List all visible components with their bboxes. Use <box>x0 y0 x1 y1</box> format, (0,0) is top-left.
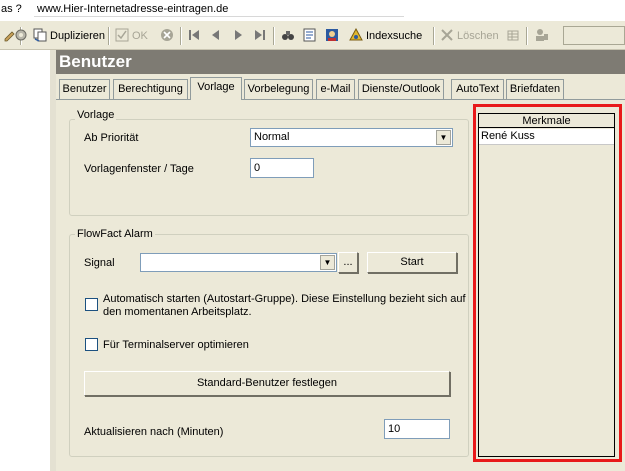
binoculars-icon[interactable] <box>281 28 298 44</box>
duplizieren-button[interactable]: Duplizieren <box>33 28 105 44</box>
aktualisieren-label: Aktualisieren nach (Minuten) <box>84 426 224 438</box>
autostart-label-line1: Automatisch starten (Autostart-Gruppe). … <box>103 293 466 305</box>
terminalserver-checkbox[interactable] <box>85 338 98 351</box>
user-lock-icon[interactable] <box>535 28 552 44</box>
page-title: Benutzer <box>59 52 132 71</box>
signal-select[interactable]: ▼ <box>140 253 337 272</box>
prioritaet-value: Normal <box>254 131 290 143</box>
prioritaet-select[interactable]: Normal ▼ <box>250 128 453 147</box>
checkbox-icon <box>115 28 129 42</box>
last-record-icon[interactable] <box>253 28 270 44</box>
grid-delete-icon[interactable] <box>507 28 524 44</box>
prev-record-icon[interactable] <box>209 28 226 44</box>
tab-briefdaten[interactable]: Briefdaten <box>506 79 564 99</box>
vorlagenfenster-label: Vorlagenfenster / Tage <box>84 163 194 175</box>
chevron-down-icon[interactable]: ▼ <box>436 130 451 145</box>
delete-icon <box>441 29 453 41</box>
menu-items[interactable]: as ? <box>1 2 22 16</box>
tab-benutzer[interactable]: Benutzer <box>59 79 110 99</box>
first-record-icon[interactable] <box>187 28 204 44</box>
highlight-frame <box>473 104 622 462</box>
ok-label: OK <box>132 30 148 42</box>
tab-autotext[interactable]: AutoText <box>451 79 504 99</box>
next-record-icon[interactable] <box>231 28 248 44</box>
vorlagenfenster-input[interactable]: 0 <box>250 158 314 178</box>
signal-label: Signal <box>84 257 115 269</box>
standard-benutzer-button[interactable]: Standard-Benutzer festlegen <box>84 371 450 396</box>
browse-button[interactable]: ... <box>338 252 358 273</box>
terminalserver-label: Für Terminalserver optimieren <box>103 339 249 351</box>
ok-button[interactable]: OK <box>115 28 148 44</box>
autostart-label-line2: den momentanen Arbeitsplatz. <box>103 306 252 318</box>
toolbar-combo[interactable] <box>563 26 625 45</box>
duplizieren-label: Duplizieren <box>50 30 106 42</box>
loeschen-button[interactable]: Löschen <box>440 28 499 44</box>
duplicate-icon <box>33 28 47 42</box>
flowfact-alarm-title: FlowFact Alarm <box>75 228 155 240</box>
autostart-checkbox[interactable] <box>85 298 98 311</box>
left-gutter <box>0 50 50 471</box>
cancel-icon[interactable] <box>160 28 177 44</box>
loeschen-label: Löschen <box>457 30 499 42</box>
filter-list-icon[interactable] <box>303 28 320 44</box>
chevron-down-icon[interactable]: ▼ <box>320 255 335 270</box>
aktualisieren-input[interactable]: 10 <box>384 419 450 439</box>
address-text: www.Hier-Internetadresse-eintragen.de <box>37 3 229 15</box>
prioritaet-label: Ab Priorität <box>84 132 139 144</box>
tab-email[interactable]: e-Mail <box>316 79 355 99</box>
tab-berechtigung[interactable]: Berechtigung <box>113 79 188 99</box>
tab-vorlage[interactable]: Vorlage <box>190 77 242 100</box>
indexsuche-button[interactable]: Indexsuche <box>349 28 422 44</box>
tab-dienste-outlook[interactable]: Dienste/Outlook <box>358 79 444 99</box>
settings-icon[interactable] <box>14 28 31 44</box>
vorlage-group-title: Vorlage <box>75 109 117 121</box>
tab-vorbelegung[interactable]: Vorbelegung <box>244 79 313 99</box>
indexsuche-label: Indexsuche <box>366 30 423 42</box>
contact-card-icon[interactable] <box>325 28 342 44</box>
start-button[interactable]: Start <box>367 252 457 273</box>
index-search-icon <box>349 28 363 41</box>
toolbar: Duplizieren OK Indexsuche Löschen <box>0 20 625 50</box>
tab-divider <box>56 99 625 100</box>
page-header <box>56 50 625 74</box>
